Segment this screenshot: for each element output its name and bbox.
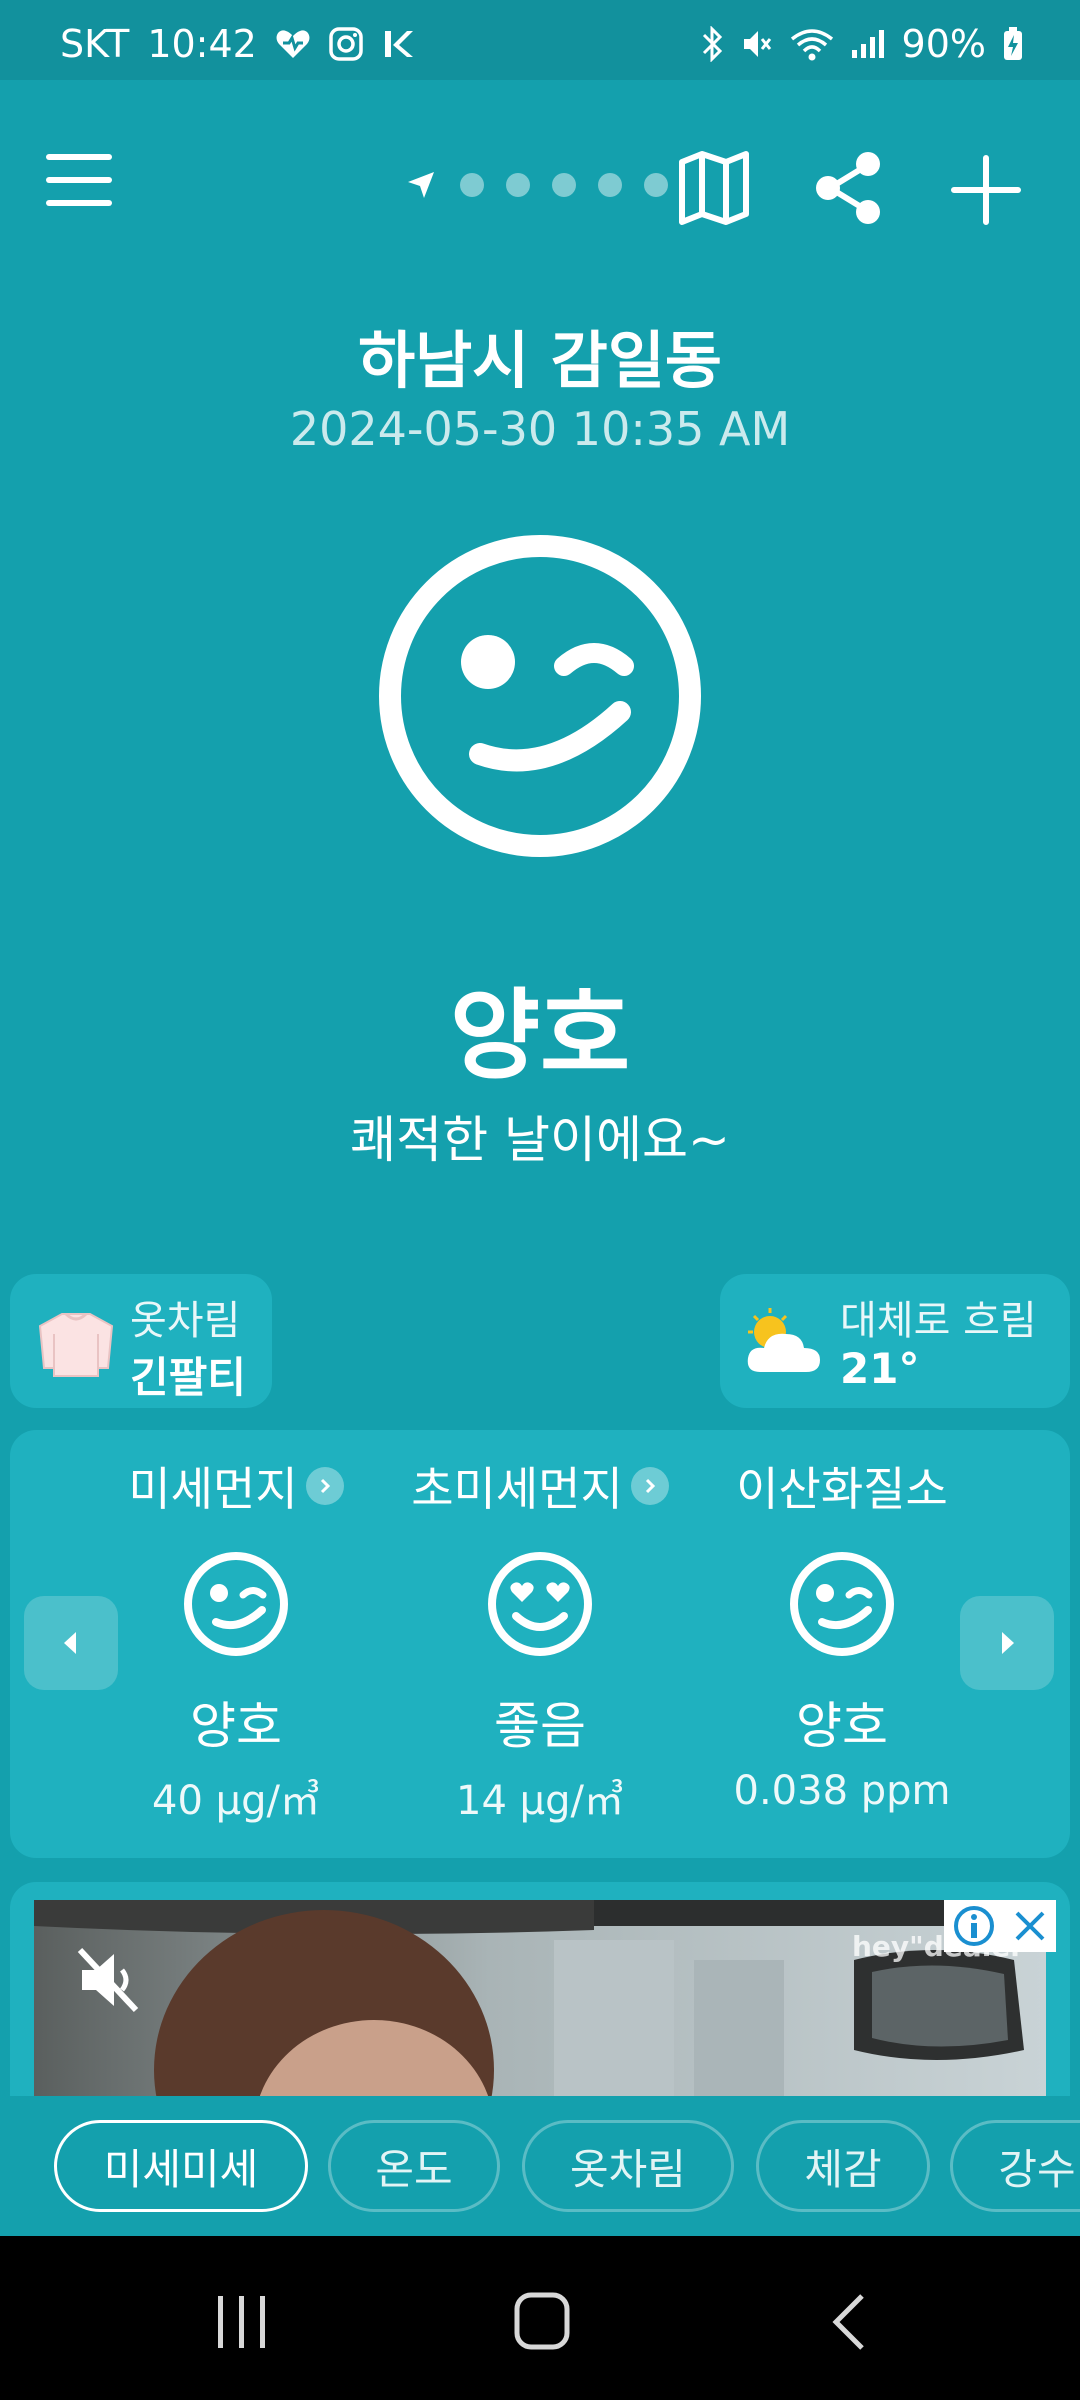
tab-feels-like[interactable]: 체감 [756, 2120, 930, 2212]
aq-item-grade: 양호 [190, 1697, 282, 1755]
ad-banner[interactable]: hey"dealer [10, 1882, 1070, 2102]
carrier-label: SKT [60, 22, 130, 66]
outfit-value: 긴팔티 [130, 1353, 246, 1402]
muted-speaker-icon[interactable] [74, 1944, 146, 2016]
add-location-button[interactable] [948, 152, 1024, 228]
menu-button[interactable] [44, 150, 116, 210]
bottom-tab-bar: 미세미세 온도 옷차림 체감 강수 [0, 2096, 1080, 2236]
status-bar-left: SKT 10:42 [60, 22, 415, 66]
page-dot [460, 173, 484, 197]
battery-percentage: 90% [901, 22, 986, 66]
weather-chip[interactable]: 대체로 흐림 21° [720, 1274, 1070, 1408]
air-quality-grade: 양호 [449, 979, 631, 1093]
app-notification-icon [381, 27, 415, 61]
wifi-icon [790, 27, 834, 61]
chevron-right-icon[interactable] [630, 1467, 669, 1505]
wink-face-icon [790, 1552, 894, 1656]
aq-item-pm25[interactable]: 초미세먼지 좋음 14 μg/㎥ [390, 1456, 690, 1826]
page-dot [506, 173, 530, 197]
back-button[interactable] [828, 2292, 868, 2356]
heart-eyes-face-icon [488, 1552, 592, 1656]
outfit-chip[interactable]: 옷차림 긴팔티 [10, 1274, 272, 1408]
map-icon [679, 151, 749, 225]
air-quality-message: 쾌적한 날이에요~ [350, 1111, 730, 1169]
share-icon [816, 152, 880, 224]
close-icon[interactable] [1011, 1907, 1049, 1945]
heart-pulse-icon [275, 28, 311, 60]
aq-item-value: 0.038 ppm [733, 1768, 951, 1814]
mute-status-icon [740, 27, 774, 61]
air-quality-card: 미세먼지 양호 40 μg/㎥ 초미세먼지 좋음 14 μg/㎥ 이산화질소 양… [10, 1430, 1070, 1858]
location-page-indicator[interactable] [404, 168, 668, 202]
location-title[interactable]: 하남시 감일동 [0, 310, 1080, 400]
ad-choices-badge[interactable] [944, 1900, 1056, 1952]
aq-item-no2[interactable]: 이산화질소 양호 0.038 ppm [692, 1456, 992, 1814]
recent-apps-icon [218, 2296, 265, 2348]
back-arrow-icon [832, 2294, 864, 2350]
hamburger-icon [46, 154, 112, 206]
tab-temperature[interactable]: 온도 [328, 2120, 500, 2212]
outfit-label: 옷차림 [130, 1298, 241, 1344]
weather-temperature: 21° [840, 1344, 920, 1393]
clock: 10:42 [147, 22, 257, 66]
wink-face-icon [184, 1552, 288, 1656]
weather-condition: 대체로 흐림 [840, 1298, 1037, 1344]
bluetooth-icon [700, 26, 724, 62]
page-dot [552, 173, 576, 197]
current-location-arrow-icon [408, 172, 434, 198]
aq-item-grade: 양호 [796, 1697, 888, 1755]
battery-charging-icon [1002, 26, 1024, 62]
status-bar-right: 90% [700, 22, 1024, 66]
chevron-left-icon [64, 1632, 76, 1654]
tab-precipitation[interactable]: 강수 [950, 2120, 1080, 2212]
info-icon[interactable] [952, 1904, 996, 1948]
recent-apps-button[interactable] [216, 2294, 268, 2354]
updated-timestamp: 2024-05-30 10:35 AM [289, 402, 791, 456]
home-icon [514, 2292, 570, 2350]
aq-item-name: 이산화질소 [736, 1462, 948, 1516]
instagram-icon [329, 27, 363, 61]
aq-item-value: 40 μg/㎥ [152, 1778, 320, 1824]
aq-item-value: 14 μg/㎥ [456, 1778, 624, 1824]
page-dot [598, 173, 622, 197]
chevron-right-icon[interactable] [305, 1467, 344, 1505]
aq-item-grade: 좋음 [494, 1697, 586, 1755]
system-navigation-bar [0, 2236, 1080, 2400]
signal-icon [850, 28, 886, 60]
long-sleeve-shirt-icon [36, 1310, 116, 1378]
aq-item-name: 초미세먼지 [411, 1462, 623, 1516]
aq-item-pm10[interactable]: 미세먼지 양호 40 μg/㎥ [86, 1456, 386, 1826]
chevron-right-icon [1002, 1632, 1014, 1654]
home-button[interactable] [514, 2292, 570, 2354]
aq-item-name: 미세먼지 [128, 1462, 298, 1516]
partly-cloudy-icon [744, 1308, 824, 1378]
plus-icon [951, 155, 1021, 225]
map-button[interactable] [678, 148, 750, 228]
share-button[interactable] [812, 150, 884, 226]
page-dot [644, 173, 668, 197]
status-bar: SKT 10:42 90% [0, 0, 1080, 80]
tab-outfit[interactable]: 옷차림 [522, 2120, 734, 2212]
wink-face-icon [376, 532, 704, 860]
tab-misemise[interactable]: 미세미세 [54, 2120, 308, 2212]
